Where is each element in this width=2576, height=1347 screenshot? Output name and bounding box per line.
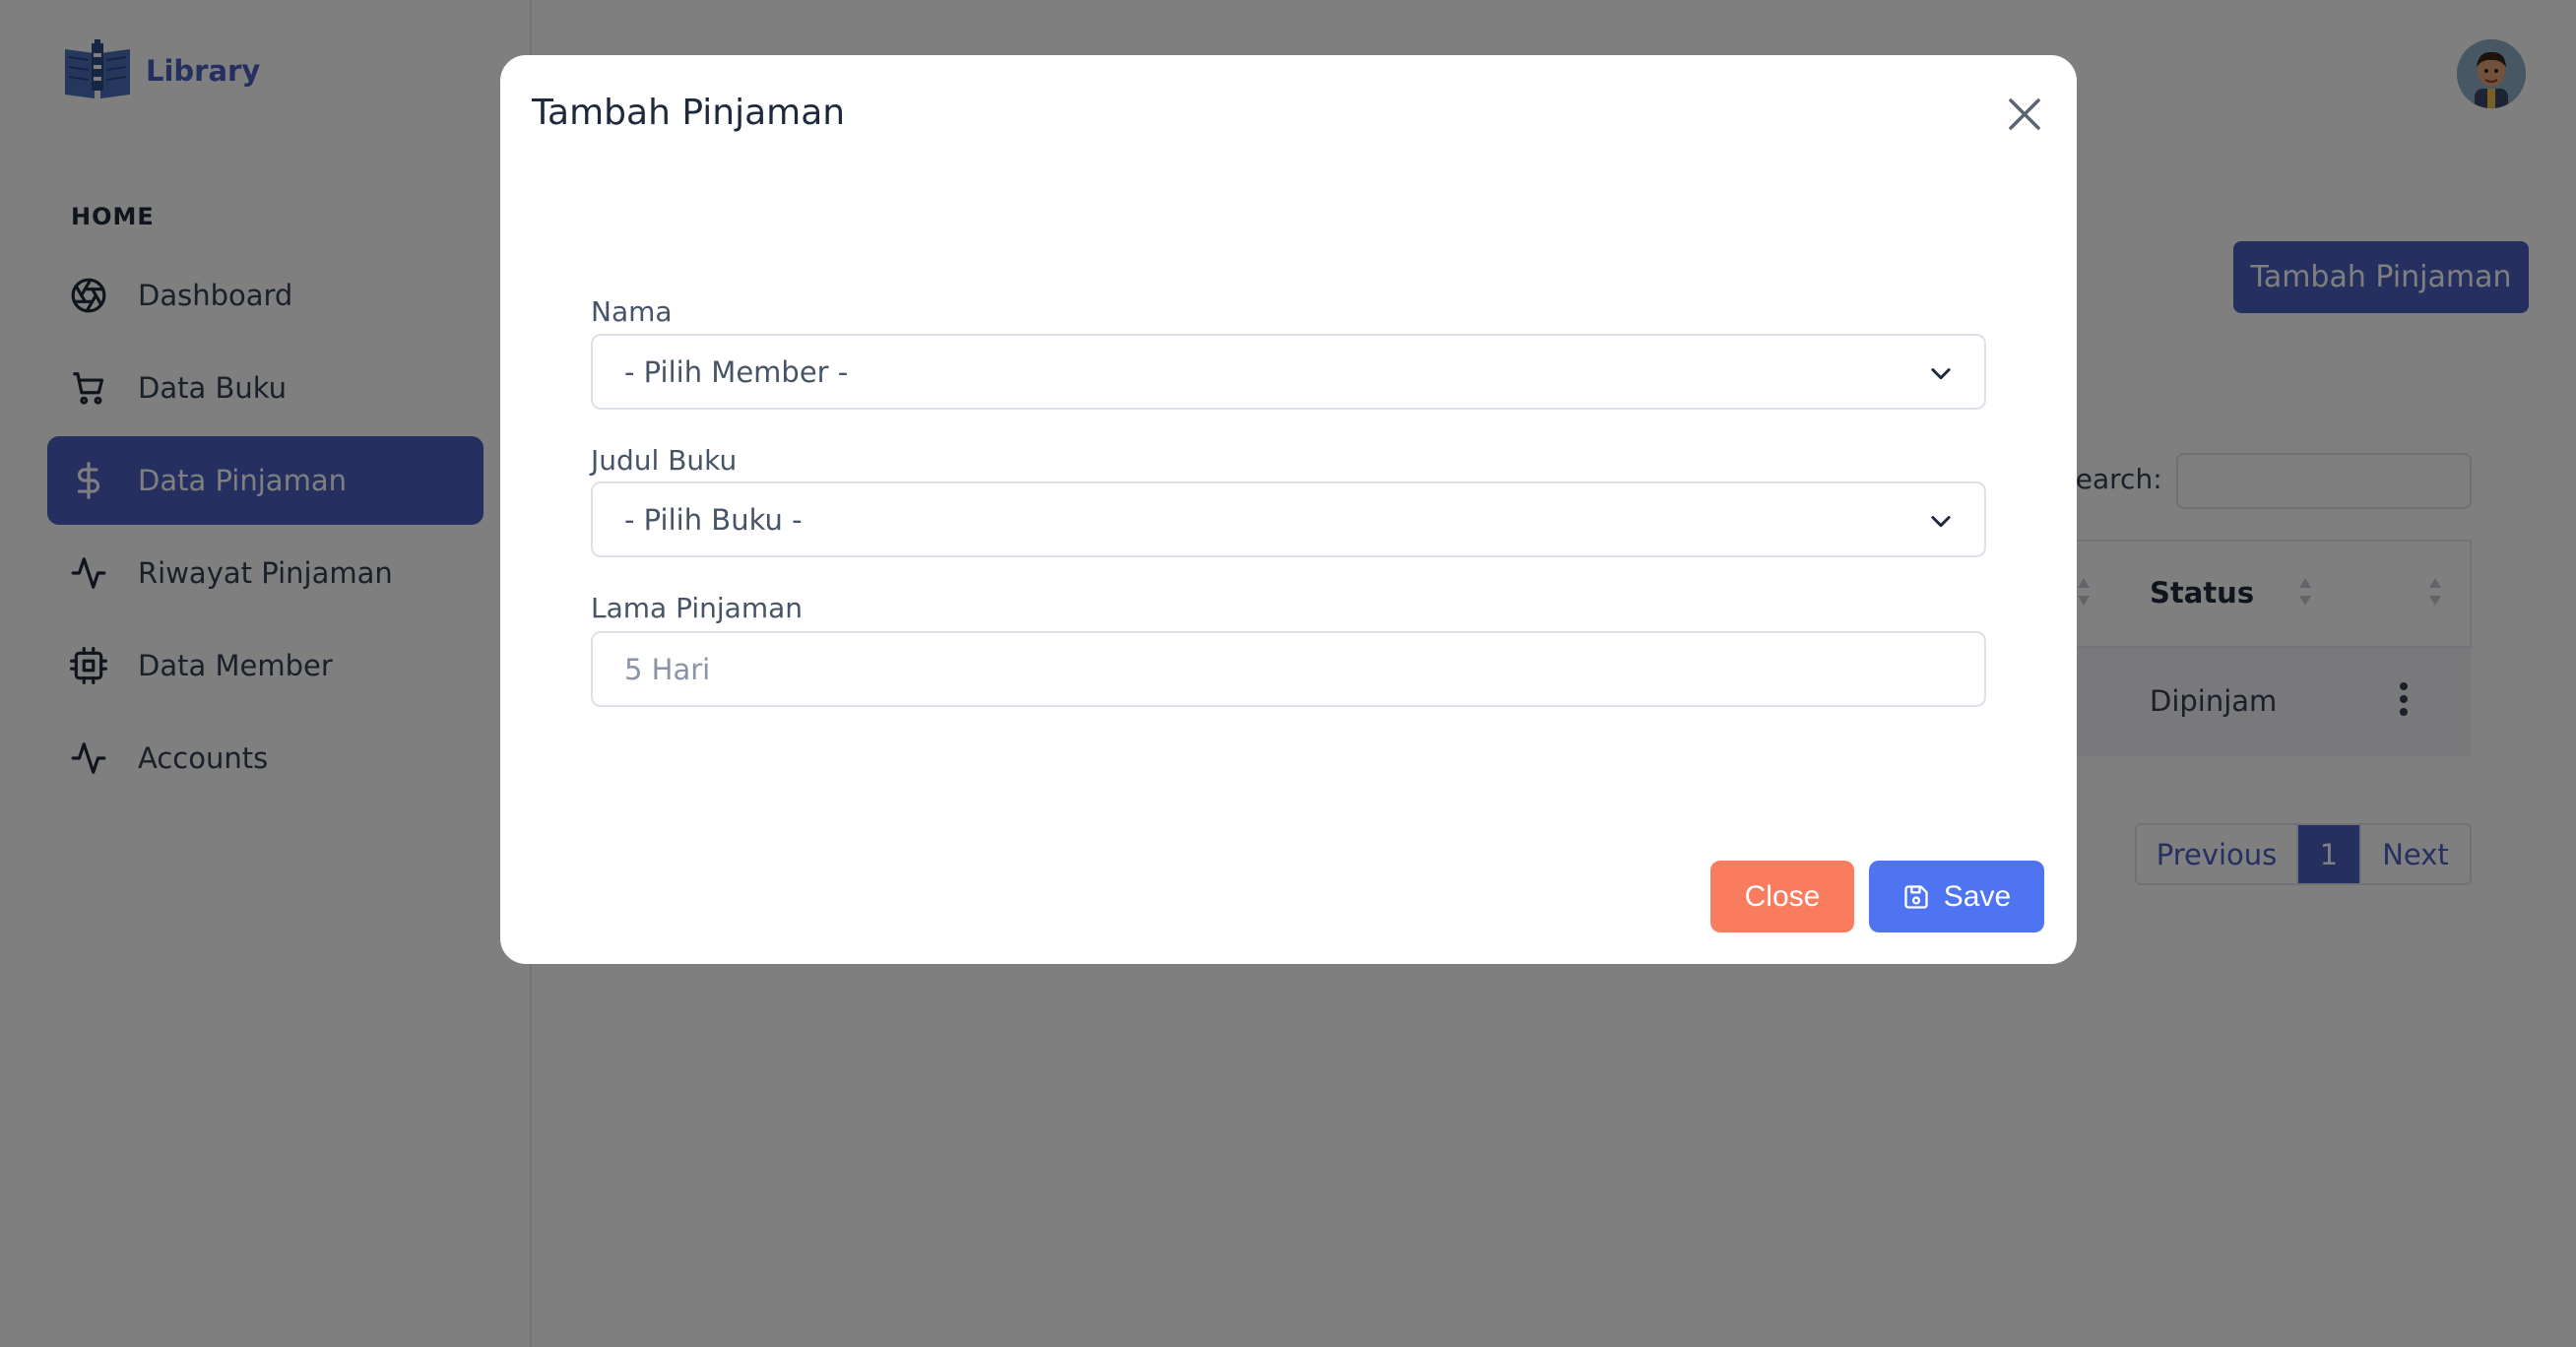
save-button-label: Save: [1943, 879, 2012, 913]
judul-buku-selected-value: - Pilih Buku -: [624, 502, 803, 537]
nama-selected-value: - Pilih Member -: [624, 354, 849, 389]
tambah-pinjaman-modal: Tambah Pinjaman Nama - Pilih Member - Ju…: [500, 55, 2077, 964]
nama-select[interactable]: - Pilih Member -: [591, 334, 1986, 410]
judul-buku-label: Judul Buku: [591, 444, 738, 477]
chevron-down-icon: [1931, 516, 1951, 528]
lama-pinjaman-label: Lama Pinjaman: [591, 592, 804, 624]
close-button[interactable]: Close: [1710, 861, 1854, 932]
lama-pinjaman-input[interactable]: [624, 652, 1904, 686]
save-button[interactable]: Save: [1869, 861, 2044, 932]
nama-label: Nama: [591, 295, 673, 328]
lama-pinjaman-field[interactable]: [591, 631, 1986, 707]
chevron-down-icon: [1931, 368, 1951, 380]
judul-buku-select[interactable]: - Pilih Buku -: [591, 481, 1986, 557]
close-icon[interactable]: [2005, 95, 2044, 134]
modal-title: Tambah Pinjaman: [532, 93, 846, 133]
save-icon: [1904, 884, 1928, 909]
